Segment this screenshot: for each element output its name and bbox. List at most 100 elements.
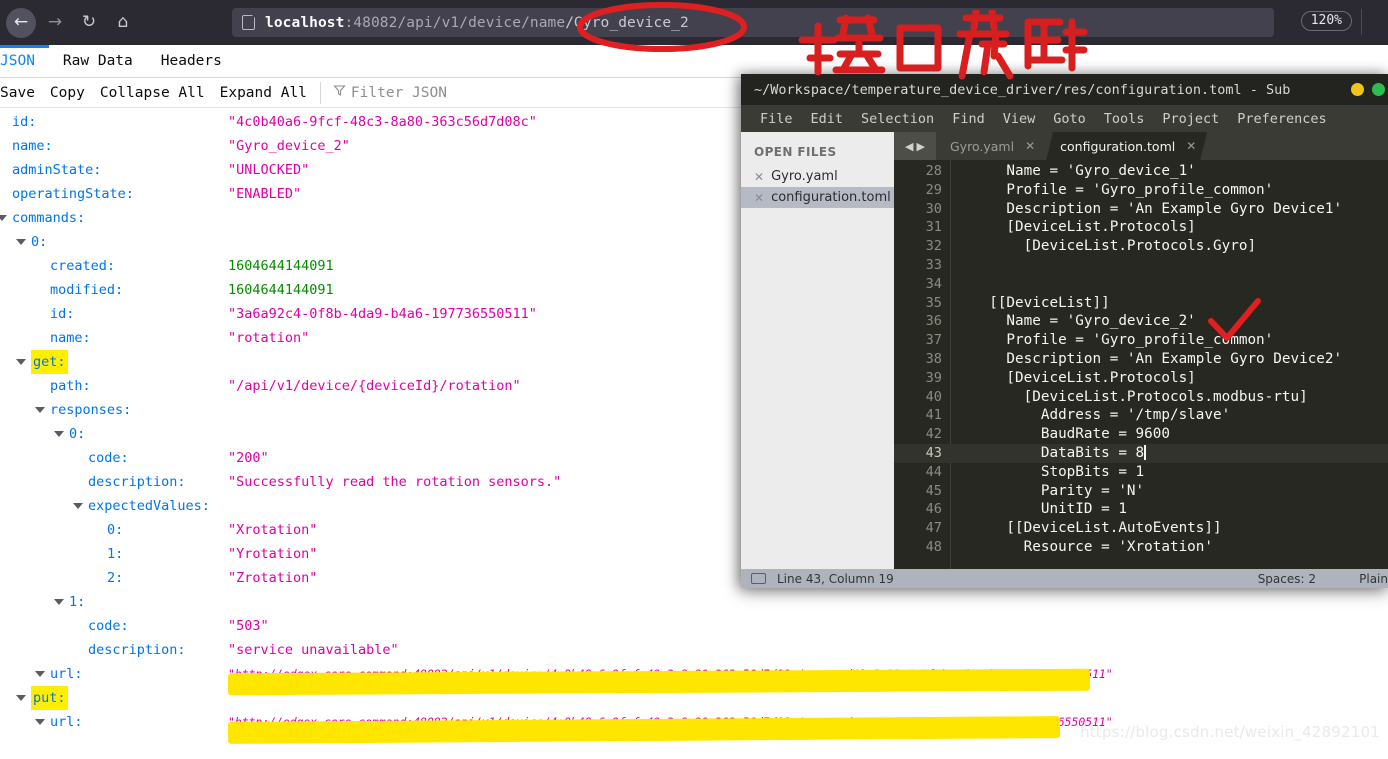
menu-item-project[interactable]: Project <box>1153 111 1228 127</box>
code-line[interactable]: 34 <box>894 275 1388 294</box>
copy-button[interactable]: Copy <box>50 85 85 101</box>
chevron-down-icon[interactable] <box>54 599 64 605</box>
chevron-down-icon[interactable] <box>35 671 45 677</box>
code-line[interactable]: 37 Profile = 'Gyro_profile_common' <box>894 331 1388 350</box>
json-key: path: <box>50 378 91 394</box>
json-key: put: <box>31 686 68 710</box>
tab-raw-data[interactable]: Raw Data <box>49 45 147 77</box>
sublime-text-window[interactable]: ~/Workspace/temperature_device_driver/re… <box>741 74 1388 588</box>
code-line-text: [[DeviceList.AutoEvents]] <box>972 520 1222 537</box>
sidebar-file-configuration-toml[interactable]: ✕ configuration.toml <box>741 187 894 208</box>
code-line[interactable]: 32 [DeviceList.Protocols.Gyro] <box>894 237 1388 256</box>
code-line[interactable]: 28 Name = 'Gyro_device_1' <box>894 162 1388 181</box>
sublime-body: OPEN FILES ✕ Gyro.yaml ✕ configuration.t… <box>741 132 1388 569</box>
code-line[interactable]: 31 [DeviceList.Protocols] <box>894 218 1388 237</box>
code-line[interactable]: 36 Name = 'Gyro_device_2' <box>894 312 1388 331</box>
chevron-down-icon[interactable] <box>16 239 26 245</box>
chevron-left-icon[interactable]: ◀ <box>905 140 913 153</box>
tab-headers[interactable]: Headers <box>147 45 236 77</box>
code-editor[interactable]: 28 Name = 'Gyro_device_1' 29 Profile = 'G… <box>894 160 1388 569</box>
code-line[interactable]: 39 [DeviceList.Protocols] <box>894 369 1388 388</box>
code-line[interactable]: 38 Description = 'An Example Gyro Device… <box>894 350 1388 369</box>
back-icon[interactable]: ← <box>6 7 36 38</box>
funnel-icon <box>333 84 346 101</box>
chevron-right-icon[interactable]: ▶ <box>917 140 925 153</box>
menu-item-find[interactable]: Find <box>943 111 994 127</box>
filter-json-input[interactable]: Filter JSON <box>319 81 447 104</box>
menu-item-file[interactable]: File <box>751 111 802 127</box>
line-number: 40 <box>925 388 942 405</box>
chevron-down-icon[interactable] <box>35 407 45 413</box>
code-line[interactable]: 40 [DeviceList.Protocols.modbus-rtu] <box>894 388 1388 407</box>
code-line[interactable]: 29 Profile = 'Gyro_profile_common' <box>894 181 1388 200</box>
expand-all-button[interactable]: Expand All <box>220 85 307 101</box>
sidebar-file-gyro-yaml[interactable]: ✕ Gyro.yaml <box>741 166 894 187</box>
home-icon[interactable]: ⌂ <box>108 8 138 38</box>
code-line[interactable]: 47 [[DeviceList.AutoEvents]] <box>894 519 1388 538</box>
menu-item-tools[interactable]: Tools <box>1095 111 1154 127</box>
code-line[interactable]: 41 Address = '/tmp/slave' <box>894 406 1388 425</box>
json-value: "Zrotation" <box>228 570 318 586</box>
chevron-down-icon[interactable] <box>16 359 26 365</box>
code-line[interactable]: 45 Parity = 'N' <box>894 482 1388 501</box>
menu-item-view[interactable]: View <box>994 111 1045 127</box>
sublime-tab-strip: ◀ ▶ Gyro.yaml ✕ configuration.toml ✕ <box>894 132 1388 160</box>
json-key: name: <box>12 138 53 154</box>
save-button[interactable]: Save <box>0 85 35 101</box>
close-icon[interactable]: ✕ <box>754 191 764 205</box>
json-key: created: <box>50 258 116 274</box>
reload-icon[interactable]: ↻ <box>74 8 104 38</box>
chevron-down-icon[interactable] <box>0 215 7 221</box>
json-key: get: <box>31 350 68 374</box>
address-bar[interactable]: localhost:48082/api/v1/device/name/Gyro_… <box>232 8 1274 37</box>
zoom-level-badge[interactable]: 120% <box>1300 11 1352 31</box>
json-row[interactable]: 1: <box>0 590 1388 614</box>
code-line[interactable]: 33 <box>894 256 1388 275</box>
menu-item-preferences[interactable]: Preferences <box>1228 111 1335 127</box>
chevron-down-icon[interactable] <box>16 695 26 701</box>
tab-json[interactable]: JSON <box>0 45 49 77</box>
forward-icon[interactable]: → <box>40 8 70 38</box>
close-icon[interactable]: ✕ <box>754 170 764 184</box>
sidebar-file-label: Gyro.yaml <box>771 169 838 184</box>
json-key: code: <box>88 618 129 634</box>
code-line[interactable]: 35 [[DeviceList]] <box>894 294 1388 313</box>
syntax-label[interactable]: Plain <box>1359 572 1388 586</box>
editor-tab-configuration-toml[interactable]: configuration.toml ✕ <box>1046 132 1207 160</box>
collapse-all-button[interactable]: Collapse All <box>100 85 205 101</box>
chevron-down-icon[interactable] <box>73 503 83 509</box>
code-line-text: [DeviceList.Protocols.modbus-rtu] <box>972 388 1308 405</box>
sidebar-file-label: configuration.toml <box>771 190 891 205</box>
code-line[interactable]: 44 StopBits = 1 <box>894 463 1388 482</box>
code-line[interactable]: 43 DataBits = 8 <box>894 443 1388 463</box>
editor-tab-gyro-yaml[interactable]: Gyro.yaml ✕ <box>936 132 1046 160</box>
window-minimize-dot[interactable] <box>1351 83 1364 96</box>
menu-item-edit[interactable]: Edit <box>802 111 853 127</box>
close-icon[interactable]: ✕ <box>1186 139 1196 153</box>
cursor-position-label: Line 43, Column 19 <box>777 571 894 586</box>
chevron-down-icon[interactable] <box>54 431 64 437</box>
json-key: commands: <box>12 210 86 226</box>
line-number: 36 <box>925 313 942 330</box>
json-row[interactable]: code: "503" <box>0 614 1388 638</box>
editor-tab-label: Gyro.yaml <box>950 138 1015 154</box>
window-maximize-dot[interactable] <box>1372 83 1385 96</box>
code-line[interactable]: 30 Description = 'An Example Gyro Device… <box>894 200 1388 219</box>
indentation-label[interactable]: Spaces: 2 <box>1258 572 1316 586</box>
json-row[interactable]: description: "service unavailable" <box>0 638 1388 662</box>
json-value: "Successfully read the rotation sensors.… <box>228 474 562 490</box>
line-number: 38 <box>925 350 942 367</box>
code-line[interactable]: 42 BaudRate = 9600 <box>894 425 1388 444</box>
code-line[interactable]: 48 Resource = 'Xrotation' <box>894 538 1388 557</box>
menu-item-selection[interactable]: Selection <box>852 111 943 127</box>
json-key: url: <box>50 666 83 682</box>
tab-scroll-arrows[interactable]: ◀ ▶ <box>894 132 936 160</box>
code-line-text: Parity = 'N' <box>972 482 1145 499</box>
chevron-down-icon[interactable] <box>35 719 45 725</box>
code-line[interactable]: 46 UnitID = 1 <box>894 500 1388 519</box>
page-info-icon <box>242 14 256 30</box>
console-icon[interactable] <box>751 573 766 584</box>
menu-item-goto[interactable]: Goto <box>1044 111 1095 127</box>
close-icon[interactable]: ✕ <box>1025 139 1035 153</box>
line-number: 37 <box>925 332 942 349</box>
